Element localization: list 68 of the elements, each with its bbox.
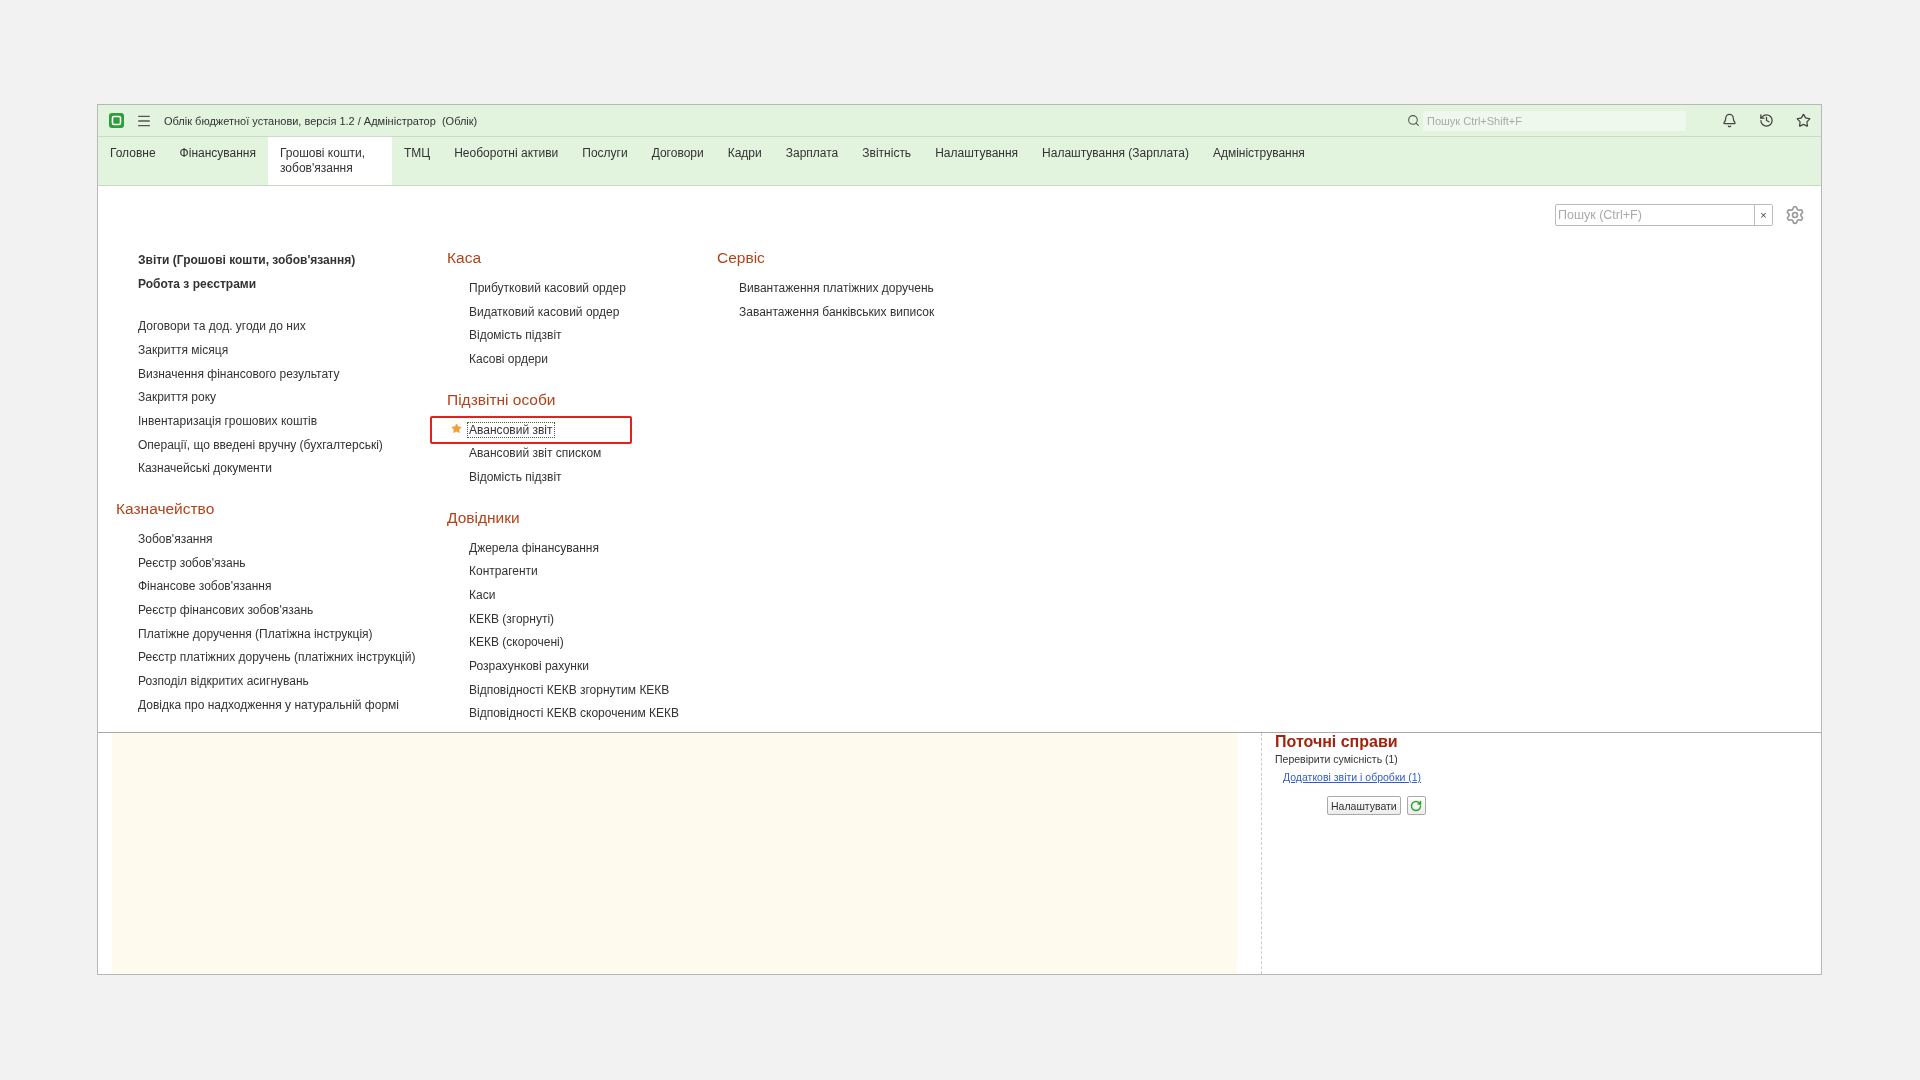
group-heading: Сервіс [717,248,766,268]
menu-link[interactable]: Довідка про надходження у натуральній формі [136,696,401,713]
section-tab[interactable]: Налаштування (Зарплата) [1030,137,1201,185]
search-icon[interactable] [1407,114,1420,127]
section-tab[interactable]: Необоротні активи [442,137,571,185]
menu-link[interactable]: КЕКВ (скорочені) [467,634,566,651]
menu-link[interactable]: Відомість підзвіт [467,327,564,344]
section-tab[interactable]: Зарплата [773,137,851,185]
menu-link[interactable]: Відповідності КЕКВ згорнутим КЕКВ [467,681,672,698]
menu-link[interactable]: Договори та дод. угоди до них [136,318,308,335]
section-tab[interactable]: Фінансування [167,137,268,185]
menu-link[interactable]: Визначення фінансового результату [136,365,342,382]
section-tab[interactable]: Адміністрування [1200,137,1317,185]
section-tab[interactable]: Послуги [570,137,640,185]
menu-link[interactable]: Відомість підзвіт [467,468,564,485]
task-text: Перевірити сумісність (1) [1275,753,1399,765]
menu-link[interactable]: Завантаження банківських виписок [737,303,937,320]
menu-link[interactable]: Каси [467,587,498,604]
section-tab[interactable]: Кадри [715,137,774,185]
menu-link[interactable]: Звіти (Грошові кошти, зобов'язання) [136,251,358,268]
menu-link[interactable]: Відповідності КЕКВ скороченим КЕКВ [467,705,681,722]
clear-button[interactable]: × [1754,205,1772,225]
menu-link[interactable]: Розрахункові рахунки [467,658,591,675]
menu-link[interactable]: Робота з реєстрами [136,275,259,292]
menu-link[interactable]: Реєстр платіжних доручень (платіжних інструкцій) [136,649,418,666]
menu-link[interactable]: Операції, що введені вручну (бухгалтерські) [136,436,385,453]
app-logo-icon[interactable] [109,113,124,128]
menu-link[interactable]: Закриття року [136,389,219,406]
section-tab[interactable]: Грошові кошти, зобов'язання [268,137,392,185]
tasks-heading: Поточні справи [1275,733,1399,751]
refresh-button[interactable] [1406,796,1426,815]
star-icon[interactable] [451,422,462,434]
menu-link[interactable]: Касові ордери [467,350,550,367]
task-link[interactable]: Додаткові звіти і обробки (1) [1283,771,1422,783]
global-search-field[interactable]: Пошук Ctrl+Shift+F [1423,110,1686,131]
window-title: Облік бюджетної установи, версія 1.2 / Адміністратор (Облік) [164,114,479,127]
menu-link[interactable]: Реєстр фінансових зобов'язань [136,602,316,619]
history-icon[interactable] [1759,113,1774,128]
menu-link[interactable]: Видатковий касовий ордер [467,303,622,320]
menu-link[interactable]: Авансовий звіт [467,421,555,438]
menu-link[interactable]: Авансовий звіт списком [467,445,604,462]
settings-icon[interactable] [1785,205,1805,225]
menu-link[interactable]: КЕКВ (згорнуті) [467,610,557,627]
notifications-icon[interactable] [1722,113,1737,128]
menu-link[interactable]: Інвентаризація грошових коштів [136,412,320,429]
group-heading: Підзвітні особи [447,389,557,410]
section-tab[interactable]: Звітність [850,137,924,185]
menu-link[interactable]: Вивантаження платіжних доручень [737,279,936,296]
menu-link[interactable]: Платіжне доручення (Платіжна інструкція) [136,625,375,642]
menu-link[interactable]: Казначейські документи [136,460,274,477]
menu-link[interactable]: Джерела фінансування [467,539,601,556]
menu-link[interactable]: Розподіл відкритих асигнувань [136,673,311,690]
section-tab[interactable]: Договори [639,137,716,185]
group-heading: Каса [447,248,483,268]
menu-link[interactable]: Закриття місяця [136,341,231,358]
favorites-icon[interactable] [1796,113,1811,128]
menu-link[interactable]: Прибутковий касовий ордер [467,279,628,296]
section-tab[interactable]: Налаштування [923,137,1031,185]
section-tab[interactable]: ТМЦ [392,137,443,185]
menu-link[interactable]: Контрагенти [467,563,540,580]
menu-link[interactable]: Зобов'язання [136,531,215,548]
group-heading: Казначейство [116,499,216,520]
menu-link[interactable]: Фінансове зобов'язання [136,578,274,595]
menu-link[interactable]: Реєстр зобов'язань [136,554,248,571]
group-heading: Довідники [447,507,521,528]
search-field[interactable]: Пошук (Ctrl+F) × [1555,204,1773,226]
section-tab[interactable]: Головне [98,137,168,185]
configure-button[interactable]: Налаштувати [1327,796,1401,815]
